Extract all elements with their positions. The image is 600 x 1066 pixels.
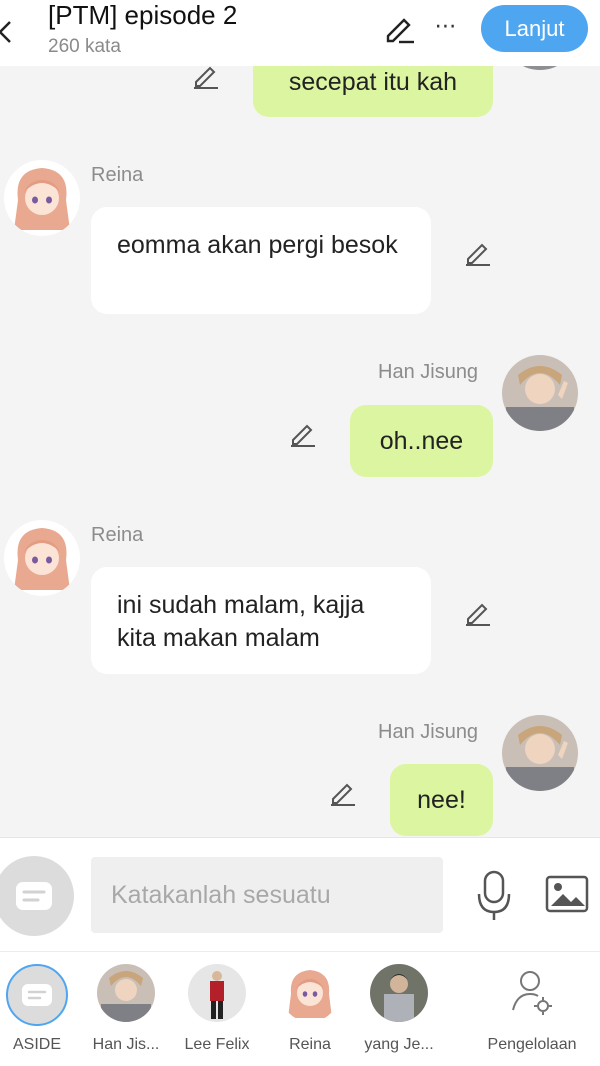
- character-han-jisung[interactable]: Han Jis...: [86, 964, 166, 1054]
- message-text: ini sudah malam, kajja kita makan malam: [117, 591, 365, 652]
- character-label: ASIDE: [12, 1036, 61, 1053]
- message-input-bar: [0, 837, 600, 951]
- word-count: 260 kata: [48, 36, 121, 57]
- image-upload-icon[interactable]: [545, 874, 589, 914]
- character-reina[interactable]: Reina: [270, 964, 350, 1054]
- edit-message-icon[interactable]: [463, 237, 493, 267]
- aside-toggle-button[interactable]: [0, 856, 74, 936]
- edit-message-icon[interactable]: [463, 597, 493, 627]
- character-label: Pengelolaan: [487, 1036, 577, 1053]
- next-button[interactable]: Lanjut: [481, 5, 588, 52]
- page-title: [PTM] episode 2: [48, 0, 238, 30]
- character-aside[interactable]: ASIDE: [0, 964, 77, 1054]
- message-text: secepat itu kah: [288, 68, 458, 96]
- message-text: nee!: [417, 786, 466, 814]
- chat-area[interactable]: secepat itu kah Reina eomma akan pergi b…: [0, 0, 600, 837]
- message-bubble-right[interactable]: nee!: [390, 764, 493, 836]
- message-bubble-right[interactable]: oh..nee: [350, 405, 493, 477]
- message-bubble-left[interactable]: ini sudah malam, kajja kita makan malam: [91, 567, 431, 674]
- user-settings-icon: [503, 964, 561, 1022]
- manage-characters-button[interactable]: Pengelolaan: [486, 964, 578, 1054]
- han-jisung-avatar: [502, 355, 578, 431]
- microphone-icon[interactable]: [474, 868, 514, 924]
- lee-felix-avatar: [188, 964, 246, 1022]
- edit-title-icon[interactable]: [384, 12, 416, 44]
- speaker-name: Reina: [91, 524, 144, 546]
- speaker-name: Han Jisung: [378, 361, 479, 383]
- message-input[interactable]: [91, 857, 443, 933]
- message-text: eomma akan pergi besok: [117, 231, 398, 259]
- message-bubble-left[interactable]: eomma akan pergi besok: [91, 207, 431, 314]
- yang-je-avatar: [370, 964, 428, 1022]
- edit-message-icon[interactable]: [288, 418, 318, 448]
- aside-icon: [6, 964, 68, 1026]
- top-header: [PTM] episode 2 260 kata ⋯ Lanjut: [0, 0, 600, 66]
- reina-avatar: [281, 964, 339, 1022]
- reina-avatar: [4, 160, 80, 236]
- speaker-name: Han Jisung: [378, 721, 479, 743]
- character-label: yang Je...: [364, 1036, 434, 1053]
- han-jisung-avatar: [502, 715, 578, 791]
- character-yang-je[interactable]: yang Je...: [359, 964, 439, 1054]
- message-text: oh..nee: [379, 427, 464, 455]
- character-label: Lee Felix: [184, 1036, 250, 1053]
- edit-message-icon[interactable]: [328, 777, 358, 807]
- character-bar: ASIDE Han Jis... Lee Felix Reina yang Je…: [0, 951, 600, 1066]
- reina-avatar: [4, 520, 80, 596]
- back-arrow-icon[interactable]: [0, 8, 24, 48]
- speaker-name: Reina: [91, 164, 144, 186]
- han-jisung-avatar: [97, 964, 155, 1022]
- character-label: Han Jis...: [92, 1036, 160, 1053]
- character-lee-felix[interactable]: Lee Felix: [177, 964, 257, 1054]
- more-options-icon[interactable]: ⋯: [430, 8, 462, 44]
- character-label: Reina: [289, 1036, 331, 1053]
